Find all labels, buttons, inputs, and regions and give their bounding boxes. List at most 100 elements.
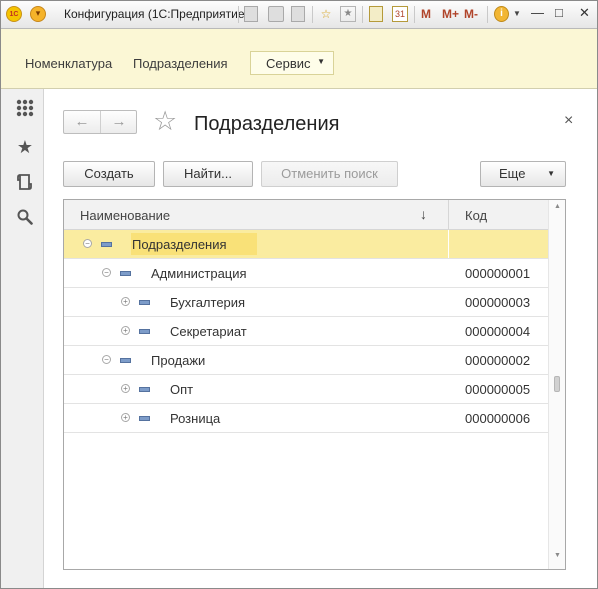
chevron-down-icon: ▼ xyxy=(547,169,555,178)
calculator-icon[interactable] xyxy=(369,6,383,22)
save-icon[interactable] xyxy=(244,6,258,22)
apps-grid-icon[interactable] xyxy=(15,99,35,119)
chevron-down-icon: ▼ xyxy=(317,57,325,66)
service-menu-label: Сервис xyxy=(266,56,311,71)
form-area: ← → ☆ Подразделения × Создать Найти... О… xyxy=(44,89,597,588)
group-folder-icon xyxy=(139,416,150,421)
toolbar-separator xyxy=(414,6,415,23)
section-departments[interactable]: Подразделения xyxy=(133,56,228,71)
section-panel: Номенклатура Подразделения Сервис ▼ xyxy=(1,29,597,89)
window-title: Конфигурация (1С:Предприятие) xyxy=(64,7,249,21)
more-button-label: Еще xyxy=(499,166,526,181)
info-icon[interactable]: i xyxy=(494,6,509,22)
group-folder-icon xyxy=(101,242,112,247)
column-header-code[interactable]: Код xyxy=(465,208,487,223)
left-panel: ★ xyxy=(1,89,44,588)
vertical-scrollbar[interactable]: ▲ ▼ xyxy=(548,200,565,569)
favorites-icon[interactable]: ★ xyxy=(340,6,356,22)
column-divider xyxy=(448,259,449,287)
table-row[interactable]: + Секретариат 000000004 xyxy=(64,317,548,346)
sort-desc-icon[interactable]: ↓ xyxy=(420,206,427,222)
copy-icon[interactable] xyxy=(291,6,305,22)
scroll-thumb[interactable] xyxy=(554,376,560,392)
row-name: Бухгалтерия xyxy=(170,295,246,310)
memory-plus-icon[interactable]: M+ xyxy=(442,6,459,22)
collapse-icon[interactable]: − xyxy=(102,268,111,277)
table-row[interactable]: − Администрация 000000001 xyxy=(64,259,548,288)
row-code: 000000003 xyxy=(465,295,531,310)
column-divider xyxy=(448,346,449,374)
table-row[interactable]: + Опт 000000005 xyxy=(64,375,548,404)
favorite-star-icon[interactable]: ☆ xyxy=(153,106,177,136)
page-title: Подразделения xyxy=(194,113,340,135)
group-folder-icon xyxy=(120,271,131,276)
maximize-button[interactable]: □ xyxy=(555,5,563,21)
collapse-icon[interactable]: − xyxy=(83,239,92,248)
row-code: 000000006 xyxy=(465,411,531,426)
expand-icon[interactable]: + xyxy=(121,297,130,306)
title-bar: 1С ▾ Конфигурация (1С:Предприятие) ☆ ★ 3… xyxy=(1,1,597,29)
minimize-button[interactable]: — xyxy=(531,5,544,21)
close-button[interactable]: ✕ xyxy=(579,5,590,21)
column-header-name[interactable]: Наименование xyxy=(80,208,170,223)
create-button[interactable]: Создать xyxy=(63,161,155,187)
cancel-search-button[interactable]: Отменить поиск xyxy=(261,161,398,187)
group-folder-icon xyxy=(139,300,150,305)
toolbar-separator xyxy=(312,6,313,23)
column-divider xyxy=(448,317,449,345)
row-name: Розница xyxy=(170,411,221,426)
expand-icon[interactable]: + xyxy=(121,384,130,393)
row-name: Продажи xyxy=(151,353,206,368)
toolbar-separator xyxy=(238,6,239,23)
main-menu-icon[interactable]: ▾ xyxy=(30,6,46,22)
column-divider xyxy=(448,230,449,258)
row-name: Секретариат xyxy=(170,324,247,339)
row-code: 000000005 xyxy=(465,382,531,397)
row-code: 000000004 xyxy=(465,324,531,339)
forward-button[interactable]: → xyxy=(101,111,137,133)
memory-minus-icon[interactable]: M- xyxy=(464,6,478,22)
chevron-down-icon[interactable]: ▼ xyxy=(513,6,521,22)
expand-icon[interactable]: + xyxy=(121,413,130,422)
back-button[interactable]: ← xyxy=(64,111,101,133)
expand-icon[interactable]: + xyxy=(121,326,130,335)
table-row[interactable]: + Бухгалтерия 000000003 xyxy=(64,288,548,317)
column-divider xyxy=(448,404,449,432)
close-form-button[interactable]: × xyxy=(564,112,573,130)
app-window: 1С ▾ Конфигурация (1С:Предприятие) ☆ ★ 3… xyxy=(0,0,598,589)
row-name: Опт xyxy=(170,382,194,397)
row-name: Администрация xyxy=(151,266,247,281)
navigation-buttons: ← → xyxy=(63,110,137,134)
collapse-icon[interactable]: − xyxy=(102,355,111,364)
column-divider xyxy=(448,375,449,403)
service-menu-button[interactable]: Сервис ▼ xyxy=(250,51,334,75)
print-icon[interactable] xyxy=(268,6,284,22)
memory-icon[interactable]: M xyxy=(421,6,431,22)
more-button[interactable]: Еще ▼ xyxy=(480,161,566,187)
scroll-up-icon[interactable]: ▲ xyxy=(554,203,561,210)
star-icon[interactable]: ★ xyxy=(15,137,35,157)
favorites-add-icon[interactable]: ☆ xyxy=(318,6,334,22)
column-divider[interactable] xyxy=(448,200,449,229)
column-divider xyxy=(448,288,449,316)
table-row[interactable]: − Продажи 000000002 xyxy=(64,346,548,375)
section-nomenclature[interactable]: Номенклатура xyxy=(25,56,112,71)
find-button[interactable]: Найти... xyxy=(163,161,253,187)
toolbar-separator xyxy=(362,6,363,23)
row-code: 000000001 xyxy=(465,266,531,281)
calendar-icon[interactable]: 31 xyxy=(392,6,408,22)
row-name: Подразделения xyxy=(132,237,227,252)
table-row[interactable]: + Розница 000000006 xyxy=(64,404,548,433)
group-folder-icon xyxy=(139,387,150,392)
history-icon[interactable] xyxy=(15,173,35,193)
app-logo-icon[interactable]: 1С xyxy=(6,6,22,22)
row-code: 000000002 xyxy=(465,353,531,368)
search-icon[interactable] xyxy=(15,209,35,229)
departments-table: Наименование ↓ Код − Подразделения − Админи… xyxy=(63,199,566,570)
group-folder-icon xyxy=(120,358,131,363)
scroll-down-icon[interactable]: ▼ xyxy=(554,552,561,559)
group-folder-icon xyxy=(139,329,150,334)
table-header: Наименование ↓ Код xyxy=(64,200,548,230)
table-row[interactable]: − Подразделения xyxy=(64,230,548,259)
toolbar-separator xyxy=(487,6,488,23)
